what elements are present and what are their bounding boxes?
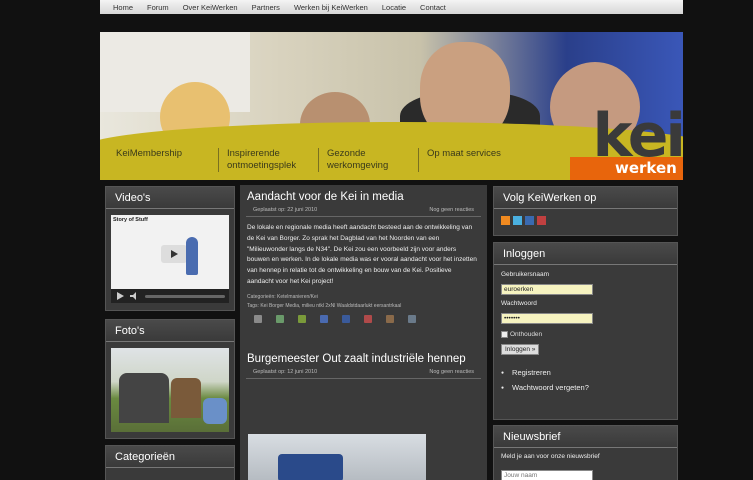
video-progress[interactable] xyxy=(145,294,225,298)
share-icon[interactable] xyxy=(276,314,284,323)
twitter-icon[interactable] xyxy=(513,216,522,225)
menu-werkomgeving[interactable]: Gezonde werkomgeving xyxy=(318,148,418,172)
login-panel: Inloggen Gebruikersnaam Wachtwoord Ontho… xyxy=(493,242,678,420)
linkedin-icon[interactable] xyxy=(525,216,534,225)
forgot-password-link[interactable]: Wachtwoord vergeten? xyxy=(501,383,670,392)
share-icons xyxy=(240,309,487,323)
rss-icon[interactable] xyxy=(501,216,510,225)
photos-panel: Foto's xyxy=(105,319,235,439)
follow-title: Volg KeiWerken op xyxy=(494,187,677,209)
follow-panel: Volg KeiWerken op xyxy=(493,186,678,236)
post-title[interactable]: Burgemeester Out zaalt industriële henne… xyxy=(240,347,487,369)
post-categories[interactable]: Categorieën: Ketelmanieren/Kei xyxy=(240,288,487,300)
username-field[interactable] xyxy=(501,284,593,295)
menu-keimembership[interactable]: KeiMembership xyxy=(116,148,218,172)
header-menu: KeiMembership Inspirerende ontmoetingspl… xyxy=(116,148,518,172)
play-button-icon[interactable] xyxy=(116,292,124,300)
categories-title: Categorieën xyxy=(106,446,234,468)
share-icon[interactable] xyxy=(386,314,394,323)
login-title: Inloggen xyxy=(494,243,677,265)
post-comments-link[interactable]: Nog geen reacties xyxy=(429,207,474,213)
menu-services[interactable]: Op maat services xyxy=(418,148,518,172)
nav-contact[interactable]: Contact xyxy=(413,3,453,12)
video-player[interactable]: Story of Stuff xyxy=(111,215,229,303)
nav-home[interactable]: Home xyxy=(106,3,140,12)
nav-partners[interactable]: Partners xyxy=(245,3,287,12)
nav-over[interactable]: Over KeiWerken xyxy=(176,3,245,12)
youtube-icon[interactable] xyxy=(537,216,546,225)
remember-label: Onthouden xyxy=(510,331,543,338)
newsletter-name-field[interactable] xyxy=(501,470,593,480)
photo-group[interactable] xyxy=(111,348,229,432)
newsletter-title: Nieuwsbrief xyxy=(494,426,677,448)
video-figure xyxy=(186,237,198,275)
remember-row: Onthouden xyxy=(501,331,670,338)
post-image-tractor[interactable] xyxy=(248,434,426,480)
share-icon[interactable] xyxy=(298,314,306,323)
delicious-icon[interactable] xyxy=(320,314,328,323)
post-body: De lokale en regionale media heeft aanda… xyxy=(247,224,477,285)
post-date: Geplaatst op: 22 juni 2010 xyxy=(253,207,318,213)
post-date: Geplaatst op: 12 juni 2010 xyxy=(253,368,318,375)
photos-title: Foto's xyxy=(106,320,234,342)
post-meta: Geplaatst op: 12 juni 2010 Nog geen reac… xyxy=(246,369,481,379)
post-comments-link[interactable]: Nog geen reacties xyxy=(429,369,474,375)
login-button[interactable]: Inloggen » xyxy=(501,344,540,355)
login-links: Registreren Wachtwoord vergeten? xyxy=(501,368,670,392)
main-content: Aandacht voor de Kei in media Geplaatst … xyxy=(240,185,487,480)
social-icons xyxy=(494,209,677,225)
post-meta: Geplaatst op: 22 juni 2010 Nog geen reac… xyxy=(246,207,481,217)
nav-forum[interactable]: Forum xyxy=(140,3,176,12)
share-icon[interactable] xyxy=(364,314,372,323)
videos-title: Video's xyxy=(106,187,234,209)
nav-werken[interactable]: Werken bij KeiWerken xyxy=(287,3,375,12)
post-title[interactable]: Aandacht voor de Kei in media xyxy=(240,185,487,207)
register-link[interactable]: Registreren xyxy=(501,368,670,377)
password-label: Wachtwoord xyxy=(501,300,537,307)
password-field[interactable] xyxy=(501,313,593,324)
logo-werken: werken xyxy=(570,157,683,180)
volume-icon[interactable] xyxy=(130,292,139,300)
remember-checkbox[interactable] xyxy=(501,331,508,338)
newsletter-panel: Nieuwsbrief Meld je aan voor onze nieuws… xyxy=(493,425,678,480)
facebook-icon[interactable] xyxy=(342,314,350,323)
print-icon[interactable] xyxy=(254,314,262,323)
video-controls xyxy=(111,289,229,303)
categories-panel: Categorieën xyxy=(105,445,235,480)
username-label: Gebruikersnaam xyxy=(501,271,550,278)
share-icon[interactable] xyxy=(408,314,416,323)
nav-locatie[interactable]: Locatie xyxy=(375,3,413,12)
newsletter-text: Meld je aan voor onze nieuwsbrief xyxy=(501,453,600,460)
videos-panel: Video's Story of Stuff xyxy=(105,186,235,311)
play-icon[interactable] xyxy=(161,245,187,263)
post-tags[interactable]: Tags: Kei Borger Media, milieu ntkl 2xNl… xyxy=(240,300,487,309)
video-caption: Story of Stuff xyxy=(113,217,148,223)
top-navigation: Home Forum Over KeiWerken Partners Werke… xyxy=(100,0,683,14)
menu-ontmoetingsplek[interactable]: Inspirerende ontmoetingsplek xyxy=(218,148,318,172)
